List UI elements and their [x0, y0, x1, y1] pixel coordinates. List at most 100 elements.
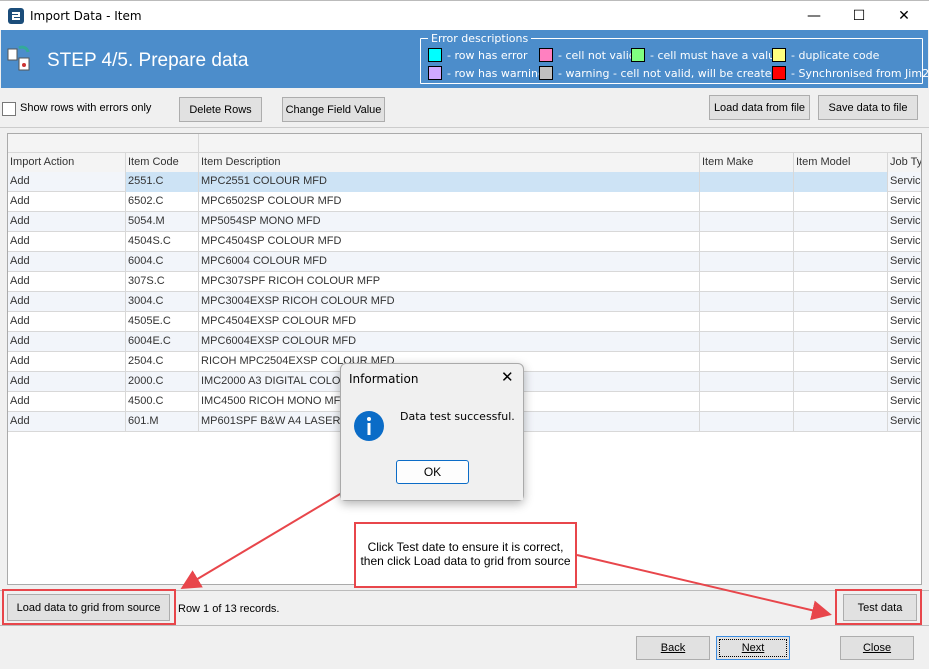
table-cell[interactable] [794, 252, 888, 272]
column-header[interactable]: Item Description [199, 153, 700, 173]
table-cell[interactable]: Add [8, 392, 126, 412]
table-cell[interactable] [794, 232, 888, 252]
table-cell[interactable] [794, 272, 888, 292]
column-header[interactable]: Job Ty [888, 153, 921, 173]
table-cell[interactable]: 2551.C [126, 172, 199, 192]
back-button[interactable]: Back [636, 636, 710, 660]
column-header[interactable]: Import Action [8, 153, 126, 173]
table-cell[interactable]: Service [888, 312, 921, 332]
table-cell[interactable]: Add [8, 412, 126, 432]
table-cell[interactable]: 601.M [126, 412, 199, 432]
table-cell[interactable]: MPC6502SP COLOUR MFD [199, 192, 700, 212]
table-cell[interactable]: Add [8, 172, 126, 192]
table-cell[interactable]: 4500.C [126, 392, 199, 412]
table-row[interactable]: Add6004E.CMPC6004EXSP COLOUR MFD Service [8, 332, 921, 352]
table-cell[interactable]: Service [888, 192, 921, 212]
table-cell[interactable]: Add [8, 372, 126, 392]
table-cell[interactable]: MPC4504EXSP COLOUR MFD [199, 312, 700, 332]
table-cell[interactable]: Service [888, 392, 921, 412]
table-cell[interactable] [794, 172, 888, 192]
table-cell[interactable] [794, 412, 888, 432]
table-cell[interactable]: Service [888, 292, 921, 312]
table-cell[interactable] [700, 412, 794, 432]
table-cell[interactable] [794, 312, 888, 332]
data-grid[interactable]: Import Action Item Code Item Description It… [7, 133, 922, 585]
table-row[interactable]: Add 307S.C MPC307SPF RICOH COLOUR MFP Servi… [8, 272, 921, 292]
show-errors-checkbox[interactable] [2, 102, 16, 116]
table-cell[interactable] [700, 232, 794, 252]
table-cell[interactable] [794, 392, 888, 412]
table-cell[interactable] [700, 172, 794, 192]
table-cell[interactable] [700, 212, 794, 232]
table-cell[interactable]: MPC6004 COLOUR MFD [199, 252, 700, 272]
minimize-button[interactable]: — [792, 5, 836, 27]
table-cell[interactable]: MPC307SPF RICOH COLOUR MFP [199, 272, 700, 292]
table-cell[interactable] [700, 332, 794, 352]
table-cell[interactable]: 4505E.C [126, 312, 199, 332]
next-button[interactable]: Next [716, 636, 790, 660]
table-cell[interactable]: Add [8, 272, 126, 292]
table-cell[interactable]: Service [888, 332, 921, 352]
table-cell[interactable]: Add [8, 292, 126, 312]
table-row[interactable]: Add6004.CMPC6004 COLOUR MFD Service [8, 252, 921, 272]
table-cell[interactable] [700, 312, 794, 332]
table-cell[interactable]: MPC3004EXSP RICOH COLOUR MFD [199, 292, 700, 312]
table-cell[interactable]: Service [888, 212, 921, 232]
table-cell[interactable] [794, 192, 888, 212]
table-cell[interactable]: Service [888, 252, 921, 272]
table-cell[interactable] [700, 372, 794, 392]
table-cell[interactable] [700, 272, 794, 292]
table-row[interactable]: Add 3004.C MPC3004EXSP RICOH COLOUR MFD Ser… [8, 292, 921, 312]
table-row[interactable]: Add4504S.CMPC4504SP COLOUR MFD Service [8, 232, 921, 252]
table-cell[interactable]: 5054.M [126, 212, 199, 232]
table-cell[interactable]: MP5054SP MONO MFD [199, 212, 700, 232]
table-cell[interactable] [794, 352, 888, 372]
change-field-value-button[interactable]: Change Field Value [282, 97, 385, 122]
table-cell[interactable]: Add [8, 332, 126, 352]
save-data-to-file-button[interactable]: Save data to file [818, 95, 918, 120]
table-cell[interactable]: Add [8, 192, 126, 212]
table-cell[interactable]: Service [888, 172, 921, 192]
table-cell[interactable] [700, 352, 794, 372]
table-cell[interactable] [794, 212, 888, 232]
table-cell[interactable]: Service [888, 272, 921, 292]
ok-button[interactable]: OK [396, 460, 469, 484]
table-cell[interactable] [700, 392, 794, 412]
delete-rows-button[interactable]: Delete Rows [179, 97, 262, 122]
column-header[interactable]: Item Make [700, 153, 794, 173]
column-header[interactable]: Item Code [126, 153, 199, 173]
load-data-from-file-button[interactable]: Load data from file [709, 95, 810, 120]
table-cell[interactable]: Service [888, 412, 921, 432]
table-cell[interactable]: Service [888, 352, 921, 372]
table-cell[interactable]: 307S.C [126, 272, 199, 292]
table-row[interactable]: Add6502.CMPC6502SP COLOUR MFD Service [8, 192, 921, 212]
table-cell[interactable] [794, 372, 888, 392]
table-row[interactable]: Add4505E.CMPC4504EXSP COLOUR MFD Service [8, 312, 921, 332]
table-cell[interactable]: Add [8, 232, 126, 252]
table-cell[interactable] [700, 192, 794, 212]
table-row[interactable]: Add2551.CMPC2551 COLOUR MFD Service [8, 172, 921, 192]
close-button[interactable]: Close [840, 636, 914, 660]
table-cell[interactable]: MPC6004EXSP COLOUR MFD [199, 332, 700, 352]
close-window-button[interactable]: ✕ [882, 5, 926, 27]
table-cell[interactable]: Add [8, 312, 126, 332]
dialog-close-icon[interactable]: ✕ [501, 368, 514, 386]
table-row[interactable]: Add5054.MMP5054SP MONO MFD Service [8, 212, 921, 232]
table-cell[interactable]: Service [888, 232, 921, 252]
table-cell[interactable]: Service [888, 372, 921, 392]
table-cell[interactable]: 6004.C [126, 252, 199, 272]
table-cell[interactable]: 2000.C [126, 372, 199, 392]
table-cell[interactable]: 2504.C [126, 352, 199, 372]
table-cell[interactable] [794, 332, 888, 352]
table-cell[interactable]: 4504S.C [126, 232, 199, 252]
table-cell[interactable] [700, 252, 794, 272]
maximize-button[interactable]: ☐ [837, 5, 881, 27]
table-cell[interactable]: 6004E.C [126, 332, 199, 352]
table-cell[interactable]: Add [8, 352, 126, 372]
table-cell[interactable]: Add [8, 252, 126, 272]
column-header[interactable]: Item Model [794, 153, 888, 173]
table-cell[interactable] [794, 292, 888, 312]
table-cell[interactable] [700, 292, 794, 312]
table-cell[interactable]: 6502.C [126, 192, 199, 212]
table-cell[interactable]: Add [8, 212, 126, 232]
